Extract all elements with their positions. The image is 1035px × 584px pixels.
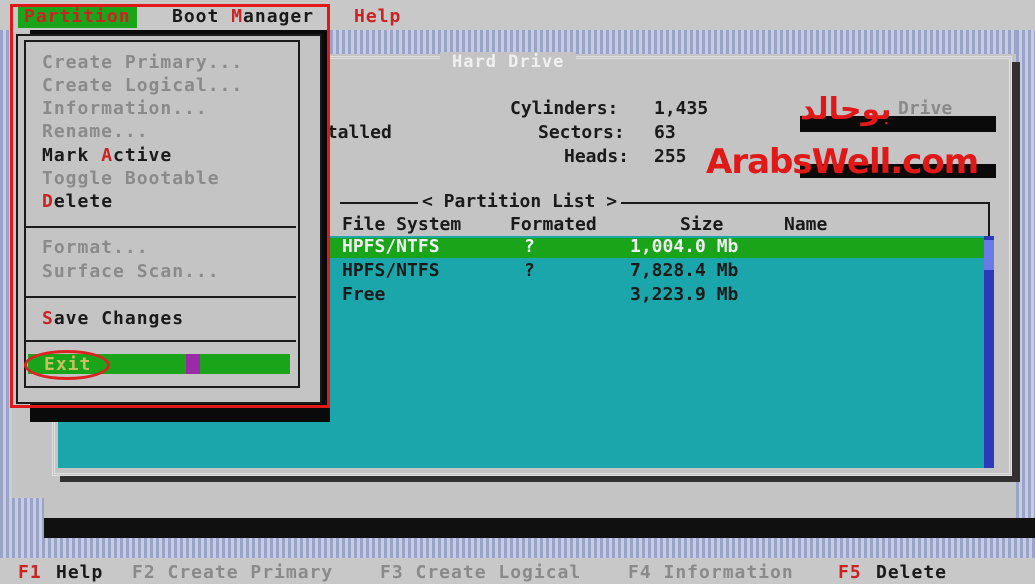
header-file-system: File System (342, 214, 462, 235)
background-pattern-bottom (0, 538, 1035, 558)
partition-list-scrollbar[interactable] (984, 236, 994, 468)
row3-size: 3,223.9 Mb (630, 284, 739, 305)
annotation-highlight-box (10, 4, 330, 408)
partition-list-title: < Partition List > (418, 191, 622, 212)
row3-fs: Free (342, 284, 386, 305)
header-formated: Formated (510, 214, 597, 235)
watermark-arabic: بوحالد (800, 92, 892, 127)
heads-label: Heads: (564, 146, 630, 167)
sectors-label: Sectors: (538, 122, 625, 143)
header-name: Name (784, 214, 828, 235)
cylinders-label: Cylinders: (510, 98, 619, 119)
hard-drive-title: Hard Drive (440, 52, 577, 72)
row2-formatted: ? (524, 260, 535, 281)
fkey-f4[interactable]: F4 Information (628, 562, 794, 583)
background-pattern-top (330, 30, 1035, 54)
fkey-f5-label: Delete (876, 562, 948, 583)
fkey-f5[interactable]: F5 (838, 562, 862, 583)
status-progress-bar (44, 518, 1035, 538)
fkey-f3[interactable]: F3 Create Logical (380, 562, 581, 583)
row2-size: 7,828.4 Mb (630, 260, 739, 281)
row1-formatted: ? (524, 236, 535, 257)
fkey-f1-label: Help (56, 562, 104, 583)
menu-help[interactable]: Help (354, 6, 401, 27)
menu-help-label: Help (354, 6, 402, 27)
row2-fs: HPFS/NTFS (342, 260, 440, 281)
fkey-f1[interactable]: F1 (18, 562, 42, 583)
scrollbar-thumb[interactable] (984, 240, 994, 270)
cylinders-value: 1,435 (654, 98, 709, 119)
row1-size: 1,004.0 Mb (630, 236, 739, 257)
header-size: Size (680, 214, 724, 235)
heads-value: 255 (654, 146, 687, 167)
partition-list-border-right (988, 202, 990, 236)
watermark-latin: ArabsWell.com (706, 142, 979, 182)
fkey-f2[interactable]: F2 Create Primary (132, 562, 333, 583)
background-pattern-bottom-left (0, 498, 44, 538)
row1-fs: HPFS/NTFS (342, 236, 440, 257)
sectors-value: 63 (654, 122, 676, 143)
